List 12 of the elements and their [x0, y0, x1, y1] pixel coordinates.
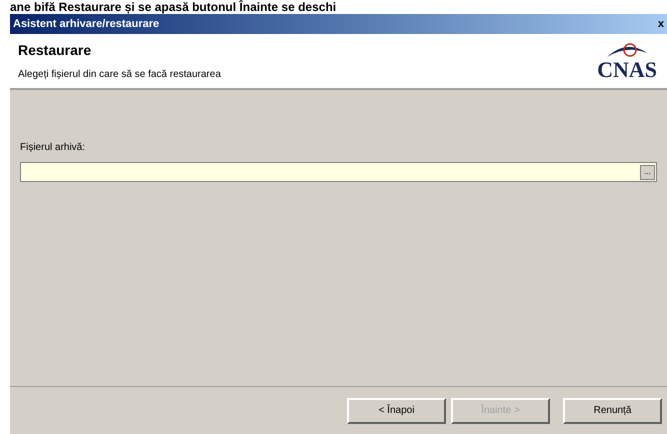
field-label: Fișierul arhivă:	[20, 141, 86, 155]
wizard-button[interactable]: Renunță	[563, 398, 662, 424]
browse-button[interactable]: ...	[640, 164, 655, 180]
header-subtitle: Alegeți fișierul din care să se facă restaurarea	[18, 68, 221, 82]
close-button[interactable]: x	[658, 18, 664, 30]
eye-arc-icon	[605, 41, 650, 59]
wizard-button[interactable]: < Înapoi	[347, 398, 446, 424]
logo-text: CNAS	[597, 59, 657, 81]
window-title: Asistent arhivare/restaurare	[13, 16, 160, 32]
document-text: ane bifă Restaurare și se apasă butonul Înainte se deschi	[9, 0, 336, 14]
file-path-field[interactable]: ...	[20, 162, 657, 182]
header-title: Restaurare	[18, 41, 92, 60]
